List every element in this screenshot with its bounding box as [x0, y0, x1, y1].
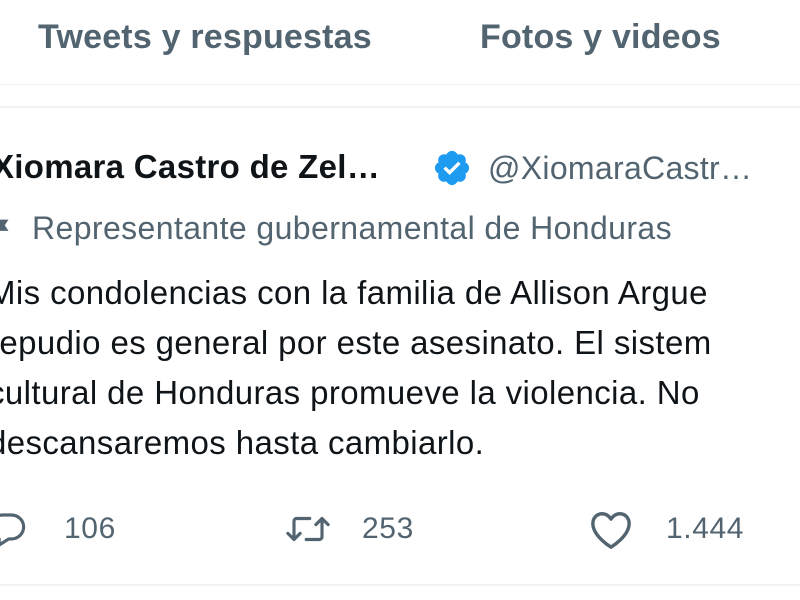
flag-icon: [0, 214, 16, 244]
government-label[interactable]: Representante gubernamental de Honduras: [32, 210, 672, 247]
tweet-actions: 106 253 1.444: [0, 500, 800, 560]
like-count: 1.444: [666, 512, 745, 545]
author-name[interactable]: Xiomara Castro de Zel…: [0, 148, 380, 186]
government-label-row: Representante gubernamental de Honduras: [0, 208, 800, 252]
section-divider: [0, 84, 800, 107]
tweet-text-line: cultural de Honduras promueve la violenc…: [0, 374, 700, 411]
tweet-text-line: repudio es general por este asesinato. E…: [0, 324, 712, 361]
divider-line: [0, 584, 800, 586]
profile-timeline: Tweets y respuestas Fotos y videos Xioma…: [0, 0, 800, 600]
retweet-icon: [286, 516, 330, 542]
retweet-count: 253: [362, 512, 414, 545]
profile-tabs: Tweets y respuestas Fotos y videos: [0, 0, 800, 84]
tweet[interactable]: Xiomara Castro de Zel… @XiomaraCastr… Re…: [0, 108, 800, 590]
tweet-text-line: descansaremos hasta cambiarlo.: [0, 424, 485, 461]
tweet-text: Mis condolencias con la familia de Allis…: [0, 268, 800, 468]
tab-photos-and-videos[interactable]: Fotos y videos: [480, 18, 721, 57]
tweet-text-line: Mis condolencias con la familia de Allis…: [0, 274, 708, 311]
tweet-author-row: Xiomara Castro de Zel… @XiomaraCastr…: [0, 144, 800, 190]
tab-tweets-and-replies[interactable]: Tweets y respuestas: [38, 18, 372, 57]
heart-icon: [591, 512, 631, 549]
reply-count: 106: [64, 512, 116, 545]
reply-button[interactable]: 106: [0, 500, 146, 560]
retweet-button[interactable]: 253: [282, 500, 442, 560]
reply-icon: [0, 513, 26, 547]
like-button[interactable]: 1.444: [588, 500, 788, 560]
verified-badge-icon: [432, 148, 472, 188]
author-handle[interactable]: @XiomaraCastr…: [488, 150, 752, 187]
